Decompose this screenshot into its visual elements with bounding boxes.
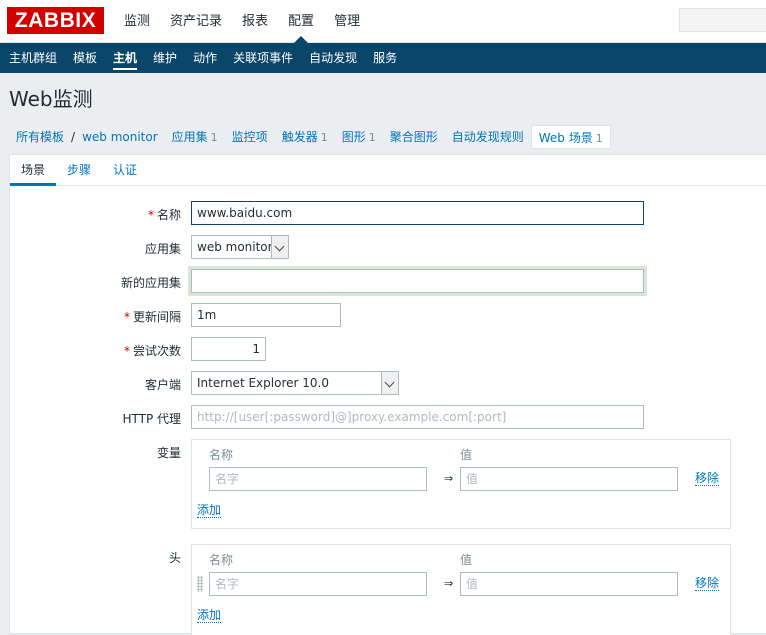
page-title: Web监测 — [9, 87, 93, 111]
nav-screens[interactable]: 聚合图形 — [383, 125, 445, 149]
submenu-actions[interactable]: 动作 — [185, 43, 225, 73]
top-bar: ZABBIX 监测 资产记录 报表 配置 管理 — [0, 0, 766, 43]
nav-template-name[interactable]: web monitor — [75, 125, 165, 149]
arrow-right-icon: ⇒ — [444, 577, 454, 590]
drag-handle-icon[interactable] — [197, 576, 203, 592]
nav-graphs-count: 1 — [368, 131, 376, 144]
attempts-input[interactable]: 1 — [191, 337, 266, 361]
agent-select-value: Internet Explorer 10.0 — [197, 376, 329, 390]
tab-scenario[interactable]: 场景 — [10, 155, 57, 186]
menu-inventory[interactable]: 资产记录 — [160, 0, 232, 43]
nav-items[interactable]: 监控项 — [225, 125, 275, 149]
required-mark: * — [123, 310, 130, 324]
headers-label: 头 — [168, 551, 181, 565]
variable-value-input[interactable]: 值 — [460, 467, 678, 491]
submenu-maintenance[interactable]: 维护 — [145, 43, 185, 73]
search-input[interactable] — [679, 8, 766, 32]
header-name-input[interactable]: 名字 — [209, 572, 427, 596]
agent-select[interactable]: Internet Explorer 10.0 — [191, 371, 399, 395]
chevron-down-icon[interactable] — [381, 372, 398, 394]
name-label: * 名称 — [148, 206, 181, 223]
headers-col-name: 名称 — [209, 553, 234, 567]
attempts-label: * 尝试次数 — [124, 342, 181, 359]
required-mark: * — [147, 208, 154, 222]
submenu-services[interactable]: 服务 — [365, 43, 405, 73]
menu-administration[interactable]: 管理 — [324, 0, 370, 43]
tab-authentication[interactable]: 认证 — [102, 155, 148, 185]
name-label-text: 名称 — [156, 208, 181, 222]
main-menu: 监测 资产记录 报表 配置 管理 — [114, 0, 370, 43]
nav-applications-label: 应用集 — [171, 130, 208, 144]
chevron-down-icon[interactable] — [271, 236, 288, 258]
tab-steps[interactable]: 步骤 — [56, 155, 102, 185]
nav-web-count: 1 — [595, 132, 603, 145]
menu-configuration[interactable]: 配置 — [278, 0, 324, 43]
nav-graphs[interactable]: 图形 1 — [335, 125, 383, 149]
header-remove-link[interactable]: 移除 — [695, 576, 720, 591]
header-value-input[interactable]: 值 — [460, 572, 678, 596]
header-add-link[interactable]: 添加 — [197, 608, 222, 623]
nav-applications-count: 1 — [210, 131, 218, 144]
variable-add-link[interactable]: 添加 — [197, 503, 222, 518]
headers-table: 名称 值 名字 ⇒ 值 移除 添加 — [191, 544, 731, 635]
application-select-value: web monitor — [197, 240, 273, 254]
submenu-host-groups[interactable]: 主机群组 — [1, 43, 65, 73]
submenu-correlation[interactable]: 关联项事件 — [225, 43, 301, 73]
nav-all-templates[interactable]: 所有模板 — [9, 125, 71, 149]
proxy-input[interactable]: http://[user[:password]@]proxy.example.c… — [191, 405, 644, 429]
nav-triggers-label: 触发器 — [281, 130, 318, 144]
nav-triggers-count: 1 — [320, 131, 328, 144]
variable-name-input[interactable]: 名字 — [209, 467, 427, 491]
variables-col-name: 名称 — [209, 448, 234, 462]
attempts-label-text: 尝试次数 — [132, 344, 181, 358]
menu-monitoring[interactable]: 监测 — [114, 0, 160, 43]
web-scenario-form: 场景 步骤 认证 * 名称 www.baidu.com 应用集 web monit… — [9, 154, 766, 635]
nav-triggers[interactable]: 触发器 1 — [275, 125, 335, 149]
name-input[interactable]: www.baidu.com — [191, 201, 644, 225]
variables-table: 名称 值 名字 ⇒ 值 移除 添加 — [191, 439, 731, 529]
new-application-input[interactable] — [191, 269, 644, 293]
required-mark: * — [123, 344, 130, 358]
application-select[interactable]: web monitor — [191, 235, 289, 259]
interval-label-text: 更新间隔 — [132, 310, 181, 324]
submenu-hosts[interactable]: 主机 — [105, 43, 145, 73]
submenu-discovery[interactable]: 自动发现 — [301, 43, 365, 73]
nav-graphs-label: 图形 — [341, 130, 366, 144]
interval-input[interactable]: 1m — [191, 303, 341, 327]
menu-reports[interactable]: 报表 — [232, 0, 278, 43]
application-label: 应用集 — [144, 242, 181, 256]
sub-menu: 主机群组 模板 主机 维护 动作 关联项事件 自动发现 服务 — [0, 43, 766, 73]
nav-web-label: Web 场景 — [538, 131, 593, 145]
proxy-label: HTTP 代理 — [122, 412, 181, 426]
form-tabs: 场景 步骤 认证 — [10, 155, 766, 186]
headers-col-value: 值 — [460, 553, 473, 567]
nav-applications[interactable]: 应用集 1 — [165, 125, 225, 149]
nav-web-scenarios[interactable]: Web 场景 1 — [530, 125, 611, 149]
variables-col-value: 值 — [460, 448, 473, 462]
agent-label: 客户端 — [144, 378, 181, 392]
breadcrumb: 所有模板 / web monitor 应用集 1 监控项 触发器 1 图形 1 聚合图… — [9, 123, 611, 151]
variables-label: 变量 — [156, 446, 181, 460]
submenu-templates[interactable]: 模板 — [65, 43, 105, 73]
interval-label: * 更新间隔 — [124, 308, 181, 325]
arrow-right-icon: ⇒ — [444, 472, 454, 485]
nav-discovery-rules[interactable]: 自动发现规则 — [445, 125, 531, 149]
variable-remove-link[interactable]: 移除 — [695, 471, 720, 486]
new-application-label: 新的应用集 — [120, 276, 181, 290]
zabbix-logo[interactable]: ZABBIX — [7, 7, 104, 34]
